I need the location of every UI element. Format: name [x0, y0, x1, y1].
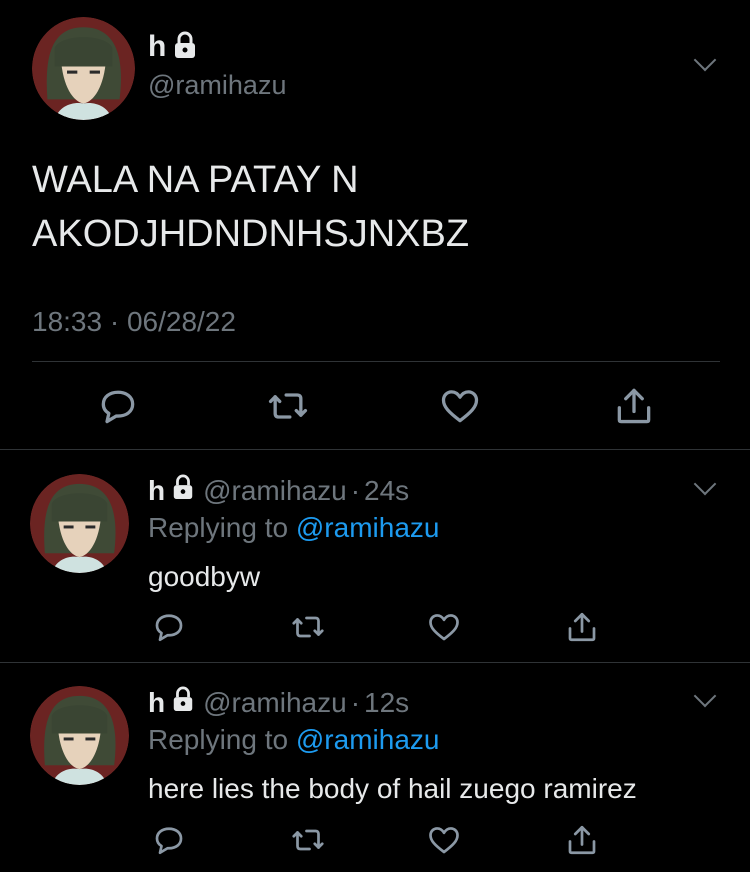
- replying-handle-link[interactable]: @ramihazu: [296, 512, 440, 543]
- reply-icon: [155, 827, 183, 855]
- divider: [0, 449, 750, 450]
- like-button[interactable]: [426, 822, 462, 858]
- replying-prefix: Replying to: [148, 724, 289, 755]
- replying-handle-link[interactable]: @ramihazu: [296, 724, 440, 755]
- share-icon: [568, 825, 596, 855]
- reply-text: goodbyw: [148, 561, 261, 592]
- like-icon: [441, 390, 479, 423]
- main-tweet-handle[interactable]: @ramihazu: [148, 70, 286, 101]
- share-icon: [568, 612, 596, 642]
- lock-icon: [172, 31, 198, 64]
- retweet-button[interactable]: [290, 822, 326, 858]
- display-name[interactable]: h: [148, 687, 165, 719]
- retweet-icon: [292, 829, 324, 851]
- reply-icon: [155, 614, 183, 642]
- replying-to: Replying to @ramihazu: [148, 724, 439, 756]
- timestamp[interactable]: 24s: [364, 475, 409, 507]
- lock-icon: [171, 686, 195, 719]
- chevron-down-icon[interactable]: [693, 472, 717, 496]
- main-tweet-timestamp[interactable]: 18:33 · 06/28/22: [32, 306, 236, 338]
- divider: [32, 361, 720, 362]
- reply-header: h @ramihazu · 12s: [148, 686, 409, 719]
- reply-icon: [101, 390, 135, 424]
- like-icon: [429, 614, 459, 641]
- share-button[interactable]: [564, 822, 600, 858]
- share-icon: [617, 388, 651, 424]
- display-name[interactable]: h: [148, 475, 165, 507]
- like-icon: [429, 827, 459, 854]
- separator: ·: [350, 474, 361, 506]
- avatar[interactable]: [32, 17, 135, 120]
- share-button[interactable]: [612, 384, 656, 428]
- lock-icon: [171, 474, 195, 507]
- share-button[interactable]: [564, 609, 600, 645]
- avatar[interactable]: [30, 686, 129, 785]
- avatar[interactable]: [30, 474, 129, 573]
- timestamp[interactable]: 12s: [364, 687, 409, 719]
- retweet-icon: [268, 393, 308, 419]
- display-name[interactable]: h: [148, 30, 166, 64]
- like-button[interactable]: [438, 384, 482, 428]
- tweet-text-line: WALA NA PATAY N: [32, 159, 359, 201]
- divider: [0, 662, 750, 663]
- reply-header: h @ramihazu · 24s: [148, 474, 409, 507]
- retweet-button[interactable]: [290, 609, 326, 645]
- reply-text: here lies the body of hail zuego ramirez: [148, 773, 637, 804]
- main-tweet-name-row: h: [148, 30, 198, 64]
- reply-button[interactable]: [151, 822, 187, 858]
- replying-prefix: Replying to: [148, 512, 289, 543]
- tweet-text-line: AKODJHDNDNHSJNXBZ: [32, 213, 470, 255]
- separator: ·: [350, 686, 361, 718]
- chevron-down-icon[interactable]: [693, 48, 717, 72]
- handle[interactable]: @ramihazu: [203, 475, 347, 507]
- main-tweet-text: WALA NA PATAY N AKODJHDNDNHSJNXBZ: [32, 153, 469, 261]
- retweet-button[interactable]: [266, 384, 310, 428]
- handle[interactable]: @ramihazu: [203, 687, 347, 719]
- chevron-down-icon[interactable]: [693, 684, 717, 708]
- replying-to: Replying to @ramihazu: [148, 512, 439, 544]
- reply-button[interactable]: [96, 384, 140, 428]
- retweet-icon: [292, 616, 324, 638]
- like-button[interactable]: [426, 609, 462, 645]
- reply-button[interactable]: [151, 609, 187, 645]
